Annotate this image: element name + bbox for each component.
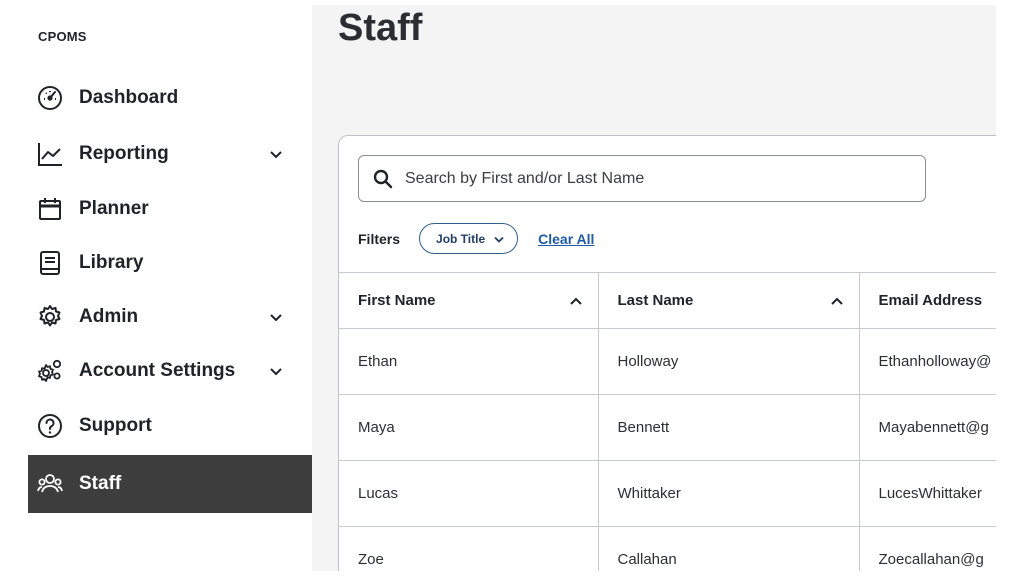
chevron-down-icon[interactable] [268,309,284,325]
main-content: Staff Filters Job Title Clear All Fir [312,5,996,571]
cell-email: LucesWhittaker [858,460,996,527]
job-title-filter-chip[interactable]: Job Title [419,223,519,254]
cell-first-name: Ethan [339,328,598,395]
sidebar-item-staff[interactable]: Staff [28,455,312,513]
dashboard-gauge-icon [35,83,65,113]
sidebar-item-label: Dashboard [79,87,179,108]
sidebar-item-planner[interactable]: Planner [28,184,312,234]
cell-last-name: Whittaker [597,460,859,527]
search-box[interactable] [358,155,926,202]
chip-label: Job Title [436,231,486,246]
clear-all-link[interactable]: Clear All [538,231,594,247]
filters-label: Filters [358,230,401,247]
sidebar-item-label: Staff [79,473,122,494]
staff-card: Filters Job Title Clear All First Name [338,135,996,571]
sidebar-item-admin[interactable]: Admin [28,292,312,342]
sort-ascending-icon[interactable] [568,293,584,309]
table-row[interactable]: Lucas Whittaker LucesWhittaker [339,460,996,527]
sidebar-item-label: Admin [79,306,139,327]
cell-last-name: Bennett [597,394,859,461]
sidebar-item-account-settings[interactable]: Account Settings [28,346,312,396]
table-row[interactable]: Zoe Callahan Zoecallahan@g [339,526,996,571]
staff-table: First Name Last Name Email Address Ethan… [339,272,996,571]
column-header-last-name[interactable]: Last Name [597,272,859,329]
sidebar-item-label: Library [79,252,144,273]
sidebar-item-label: Planner [79,198,149,219]
brand-logo: CPOMS [38,29,87,44]
column-header-email[interactable]: Email Address [858,272,996,329]
table-row[interactable]: Maya Bennett Mayabennett@g [339,394,996,461]
sidebar-item-dashboard[interactable]: Dashboard [28,73,312,123]
sidebar-item-label: Account Settings [79,360,236,381]
cell-email: Zoecallahan@g [858,526,996,571]
chevron-down-icon [494,236,504,243]
line-chart-icon [35,139,65,169]
cell-last-name: Callahan [597,526,859,571]
chevron-down-icon[interactable] [268,363,284,379]
cell-first-name: Lucas [339,460,598,527]
cell-first-name: Maya [339,394,598,461]
cell-email: Ethanholloway@ [858,328,996,395]
calendar-icon [35,194,65,224]
multi-gear-icon [35,356,65,386]
sort-ascending-icon[interactable] [829,293,845,309]
table-row[interactable]: Ethan Holloway Ethanholloway@ [339,328,996,395]
question-circle-icon [35,411,65,441]
column-header-first-name[interactable]: First Name [339,272,598,329]
column-label: First Name [358,292,436,309]
sidebar-item-library[interactable]: Library [28,238,312,288]
column-label: Last Name [617,292,694,309]
cell-email: Mayabennett@g [858,394,996,461]
search-input[interactable] [405,169,905,188]
page-title: Staff [338,7,423,49]
gear-icon [35,302,65,332]
sidebar: CPOMS Dashboard Reporting Planner Librar… [28,5,312,571]
app-frame: CPOMS Dashboard Reporting Planner Librar… [28,5,996,571]
table-header-row: First Name Last Name Email Address [339,272,996,329]
sidebar-item-label: Support [79,415,152,436]
filters-bar: Filters Job Title Clear All [358,223,594,254]
chevron-down-icon[interactable] [268,146,284,162]
cell-last-name: Holloway [597,328,859,395]
sidebar-item-support[interactable]: Support [28,401,312,451]
book-icon [35,248,65,278]
people-icon [35,469,65,499]
cell-first-name: Zoe [339,526,598,571]
sidebar-item-label: Reporting [79,143,169,164]
search-icon [373,169,393,188]
sidebar-item-reporting[interactable]: Reporting [28,129,312,179]
column-label: Email Address [878,292,983,309]
